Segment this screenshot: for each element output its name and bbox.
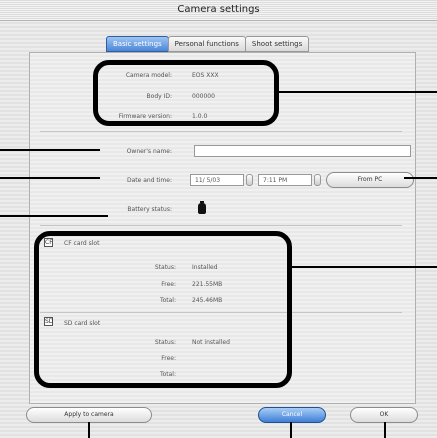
callout-leader-line (0, 215, 108, 217)
owner-name-label: Owner's name: (126, 148, 172, 155)
divider (40, 131, 402, 132)
apply-to-camera-button[interactable]: Apply to camera (26, 407, 152, 423)
time-stepper[interactable] (314, 174, 321, 186)
ok-button[interactable]: OK (350, 407, 418, 423)
callout-leader-line (0, 177, 100, 179)
divider (40, 225, 402, 226)
tab-personal-functions[interactable]: Personal functions (167, 36, 246, 52)
tab-bar: Basic settings Personal functions Shoot … (106, 36, 310, 52)
callout-leader-line (384, 422, 386, 438)
date-time-label: Date and time: (126, 177, 172, 184)
camera-info-callout (93, 60, 279, 126)
battery-status-label: Battery status: (127, 206, 172, 213)
callout-leader-line (292, 266, 437, 268)
card-slots-callout (34, 231, 292, 388)
callout-leader-line (0, 149, 100, 151)
battery-icon (198, 201, 206, 214)
from-pc-button[interactable]: From PC (326, 172, 414, 188)
date-field[interactable]: 11/ 5/03 (190, 174, 244, 186)
owner-name-field[interactable] (194, 145, 411, 157)
callout-leader-line (279, 91, 437, 93)
date-stepper[interactable] (246, 174, 253, 186)
window-title: Camera settings (177, 4, 260, 15)
tab-shoot-settings[interactable]: Shoot settings (244, 36, 310, 52)
tab-basic-settings[interactable]: Basic settings (106, 36, 169, 52)
time-field[interactable]: 7:11 PM (258, 174, 312, 186)
cancel-button[interactable]: Cancel (258, 407, 326, 423)
callout-leader-line (290, 422, 292, 438)
title-bar[interactable]: Camera settings (0, 0, 437, 21)
callout-leader-line (88, 422, 90, 438)
camera-settings-window: Camera settings Basic settings Personal … (0, 0, 437, 438)
callout-leader-line (404, 177, 437, 179)
